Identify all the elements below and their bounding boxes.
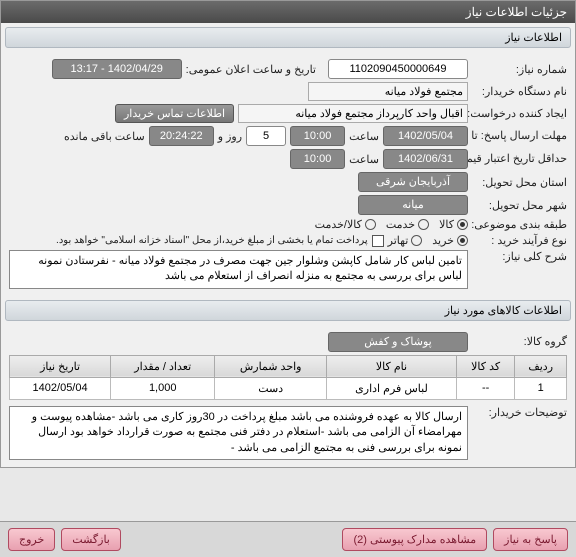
need-number-field: 1102090450000649	[328, 59, 468, 79]
back-button[interactable]: بازگشت	[61, 528, 121, 551]
buyer-notes-textarea[interactable]: ارسال کالا به عهده فروشنده می باشد مبلغ …	[9, 406, 468, 460]
label-city: شهر محل تحویل:	[472, 199, 567, 212]
section-need-info: اطلاعات نیاز	[5, 27, 571, 48]
label-category: طبقه بندی موضوعی:	[472, 218, 567, 231]
radio-dot-icon	[411, 235, 422, 246]
th-date: تاریخ نیاز	[10, 355, 111, 377]
label-requester: ایجاد کننده درخواست:	[472, 107, 567, 120]
cell-date: 1402/05/04	[10, 377, 111, 399]
deadline-time-field: 10:00	[290, 126, 345, 146]
deadline-date-field: 1402/05/04	[383, 126, 468, 146]
label-need-no: شماره نیاز:	[472, 63, 567, 76]
remain-time-field: 20:24:22	[149, 126, 214, 146]
goods-group-field: پوشاک و کفش	[328, 332, 468, 352]
radio-service-label: خدمت	[386, 218, 415, 231]
th-qty: تعداد / مقدار	[111, 355, 215, 377]
th-row: ردیف	[515, 355, 567, 377]
radio-exchange[interactable]: تهاتر	[388, 234, 423, 247]
city-field: میانه	[358, 195, 468, 215]
province-field: آذربایجان شرقی	[358, 172, 468, 192]
remain-days-field: 5	[246, 126, 286, 146]
label-desc: شرح کلی نیاز:	[472, 250, 567, 263]
section-goods-info: اطلاعات کالاهای مورد نیاز	[5, 300, 571, 321]
bottom-toolbar: پاسخ به نیاز مشاهده مدارک پیوستی (2) باز…	[0, 521, 576, 557]
cell-unit: دست	[215, 377, 327, 399]
radio-dot-icon	[457, 219, 468, 230]
label-province: استان محل تحویل:	[472, 176, 567, 189]
credit-time-field: 10:00	[290, 149, 345, 169]
label-deadline: مهلت ارسال پاسخ: تا تاریخ:	[472, 130, 567, 142]
radio-goods[interactable]: کالا	[439, 218, 468, 231]
label-announce-dt: تاریخ و ساعت اعلان عمومی:	[186, 63, 316, 76]
exit-button[interactable]: خروج	[8, 528, 55, 551]
th-code: کد کالا	[456, 355, 515, 377]
process-radio-group: خرید تهاتر	[388, 234, 468, 247]
buyer-contact-button[interactable]: اطلاعات تماس خریدار	[115, 104, 234, 123]
treasury-checkbox[interactable]	[372, 235, 384, 247]
radio-goods-service-label: کالا/خدمت	[315, 218, 362, 231]
label-buyer-notes: توضیحات خریدار:	[472, 406, 567, 419]
label-day-and: روز و	[218, 130, 242, 143]
cell-qty: 1,000	[111, 377, 215, 399]
label-goods-group: گروه کالا:	[472, 335, 567, 348]
cell-name: لباس فرم اداری	[327, 377, 457, 399]
cell-no: 1	[515, 377, 567, 399]
need-description-textarea[interactable]: تامین لباس کار شامل کاپشن وشلوار جین جهت…	[9, 250, 468, 289]
radio-goods-label: کالا	[439, 218, 454, 231]
radio-buy-label: خرید	[432, 234, 454, 247]
th-name: نام کالا	[327, 355, 457, 377]
radio-goods-service[interactable]: کالا/خدمت	[315, 218, 376, 231]
credit-date-field: 1402/06/31	[383, 149, 468, 169]
radio-service[interactable]: خدمت	[386, 218, 429, 231]
announce-datetime-field: 1402/04/29 - 13:17	[52, 59, 182, 79]
th-unit: واحد شمارش	[215, 355, 327, 377]
label-buyer-org: نام دستگاه خریدار:	[472, 85, 567, 98]
requester-field: اقبال واحد کارپرداز مجتمع فولاد میانه	[238, 104, 468, 123]
radio-buy[interactable]: خرید	[432, 234, 468, 247]
label-remaining: ساعت باقی مانده	[64, 130, 145, 143]
buyer-org-field: مجتمع فولاد میانه	[308, 82, 468, 101]
label-credit-deadline: حداقل تاریخ اعتبار قیمت تا تاریخ:	[472, 153, 567, 165]
radio-dot-icon	[418, 219, 429, 230]
label-pay-note: پرداخت تمام یا بخشی از مبلغ خرید،از محل …	[56, 235, 368, 246]
attachments-button[interactable]: مشاهده مدارک پیوستی (2)	[342, 528, 487, 551]
category-radio-group: کالا خدمت کالا/خدمت	[315, 218, 468, 231]
reply-button[interactable]: پاسخ به نیاز	[493, 528, 568, 551]
label-hour-1: ساعت	[349, 130, 379, 143]
cell-code: --	[456, 377, 515, 399]
radio-dot-icon	[365, 219, 376, 230]
radio-exchange-label: تهاتر	[388, 234, 409, 247]
label-hour-2: ساعت	[349, 153, 379, 166]
goods-table: ردیف کد کالا نام کالا واحد شمارش تعداد /…	[9, 355, 567, 400]
label-process: نوع فرآیند خرید :	[472, 234, 567, 247]
radio-dot-icon	[457, 235, 468, 246]
table-row[interactable]: 1 -- لباس فرم اداری دست 1,000 1402/05/04	[10, 377, 567, 399]
window-title: جزئیات اطلاعات نیاز	[1, 1, 575, 23]
